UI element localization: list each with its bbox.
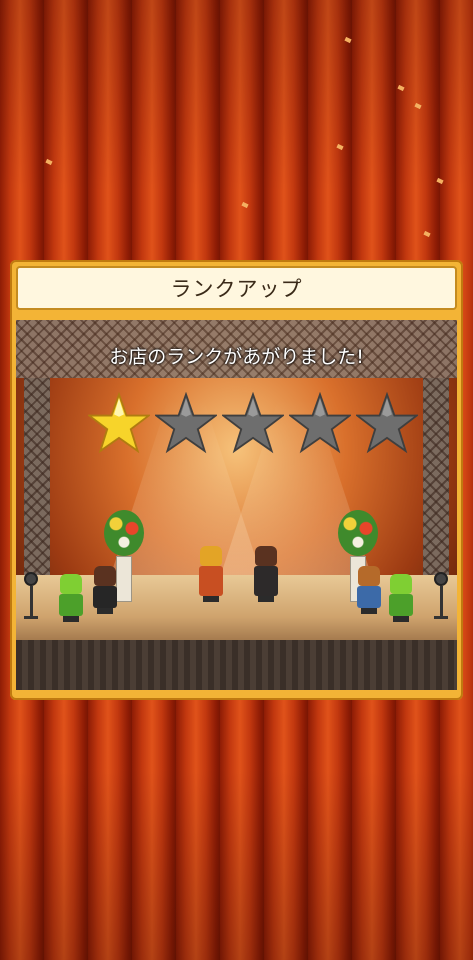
rank-up-message: お店のランクがあがりました!: [109, 346, 364, 368]
staff-character-woman: [356, 566, 382, 614]
stage-truss-left: [24, 378, 50, 578]
stage-lamp-left: [24, 572, 38, 619]
stage-scene: お店のランクがあがりました!: [16, 320, 457, 690]
stage-truss-right: [423, 378, 449, 578]
lamp-icon: [434, 572, 448, 586]
star-empty-icon: [222, 392, 284, 454]
stage-front-edge: [16, 640, 457, 690]
customer-character-man: [253, 546, 279, 602]
staff-character-right: [388, 574, 414, 622]
bouquet-icon: [338, 510, 378, 556]
staff-character-left: [58, 574, 84, 622]
star-filled-icon: [88, 392, 150, 454]
star-empty-icon: [356, 392, 418, 454]
dialog-title: ランクアップ: [170, 277, 303, 301]
rank-up-dialog: ランクアップ お店のランクがあがりました!: [10, 260, 463, 700]
lamp-icon: [24, 572, 38, 586]
manager-character: [92, 566, 118, 614]
dialog-title-bar: ランクアップ: [16, 266, 457, 310]
star-empty-icon: [155, 392, 217, 454]
rank-stars: [88, 392, 418, 458]
bouquet-icon: [104, 510, 144, 556]
customer-character-woman: [198, 546, 224, 602]
flower-pedestal: [116, 556, 132, 602]
stage-lamp-right: [434, 572, 448, 619]
star-empty-icon: [289, 392, 351, 454]
